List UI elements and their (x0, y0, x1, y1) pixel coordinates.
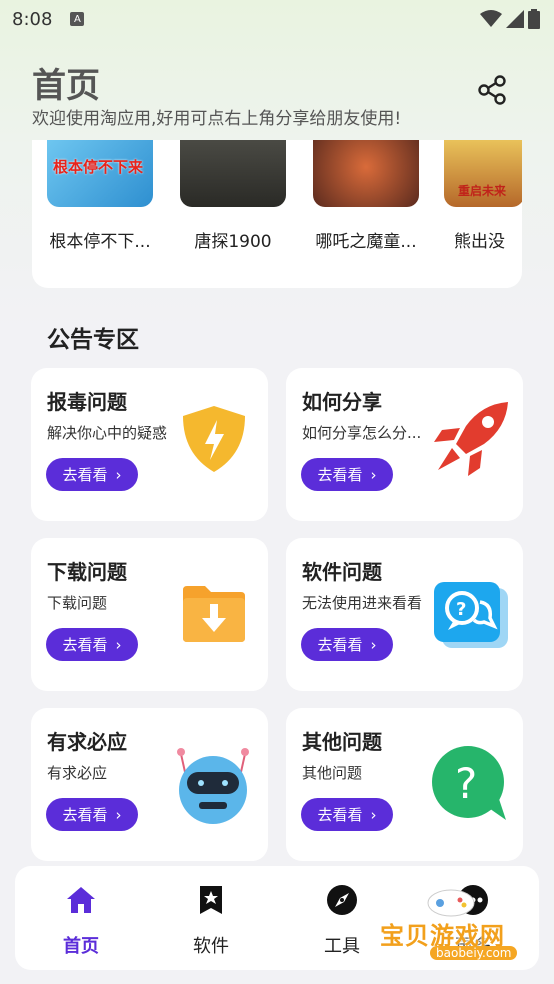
nav-label: 工具 (324, 936, 360, 957)
compass-icon (327, 885, 357, 915)
notice-title: 其他问题 (302, 730, 382, 754)
movie-title: 根本停不下... (49, 232, 151, 252)
wifi-icon (480, 10, 502, 27)
notice-card-software[interactable]: 软件问题 无法使用进来看看 去看看 › ? (286, 538, 523, 691)
chevron-right-icon: › (115, 805, 122, 824)
question-bubble-icon: ? (432, 746, 506, 820)
notice-card-other[interactable]: 其他问题 其他问题 去看看 › ? (286, 708, 523, 861)
view-button[interactable]: 去看看 › (46, 458, 138, 491)
svg-text:?: ? (456, 599, 466, 620)
featured-item[interactable]: 根本停不下来 根本停不下... (45, 140, 155, 252)
chevron-right-icon: › (115, 465, 122, 484)
view-button-label: 去看看 (62, 466, 108, 484)
chevron-right-icon: › (370, 465, 377, 484)
view-button-label: 去看看 (62, 806, 108, 824)
featured-card: 根本停不下来 根本停不下... 唐探1900 哪吒之魔童... 重启未来 熊出没 (32, 140, 522, 288)
notice-desc: 有求必应 (47, 764, 108, 782)
question-chat-icon: ? (434, 582, 508, 648)
download-folder-icon (183, 586, 245, 642)
view-button-label: 去看看 (317, 806, 363, 824)
notice-title: 软件问题 (302, 560, 382, 584)
battery-icon (528, 9, 540, 29)
share-button[interactable] (476, 74, 508, 106)
notice-title: 下载问题 (47, 560, 127, 584)
view-button[interactable]: 去看看 › (46, 798, 138, 831)
notice-card-download[interactable]: 下载问题 下载问题 去看看 › (31, 538, 268, 691)
movie-poster (180, 140, 286, 207)
section-title: 公告专区 (47, 327, 139, 353)
view-button-label: 去看看 (317, 636, 363, 654)
chevron-right-icon: › (115, 635, 122, 654)
movie-poster (313, 140, 419, 207)
view-button[interactable]: 去看看 › (301, 798, 393, 831)
nav-label: 首页 (63, 936, 99, 957)
featured-item[interactable]: 唐探1900 (178, 140, 288, 252)
poster-title: 根本停不下来 (53, 158, 144, 176)
notice-desc: 无法使用进来看看 (302, 594, 423, 612)
nav-item-home[interactable]: 首页 (41, 884, 121, 958)
rocket-icon (434, 402, 508, 476)
movie-poster: 重启未来 (444, 140, 522, 207)
svg-text:?: ? (455, 759, 477, 808)
status-bar: 8:08 A (0, 0, 554, 38)
view-button[interactable]: 去看看 › (46, 628, 138, 661)
view-button[interactable]: 去看看 › (301, 628, 393, 661)
notice-desc: 下载问题 (47, 594, 108, 612)
featured-item[interactable]: 哪吒之魔童... (311, 140, 421, 252)
nav-label: 软件 (193, 936, 229, 957)
poster-title: 重启未来 (458, 184, 507, 198)
notice-title: 有求必应 (47, 730, 127, 754)
gamepad-icon (427, 889, 475, 917)
notice-desc: 其他问题 (302, 764, 363, 782)
page-title: 首页 (32, 66, 100, 106)
watermark-url: baobeiy.com (430, 946, 518, 960)
home-icon (67, 887, 95, 913)
status-icons (480, 9, 540, 29)
robot-icon (177, 748, 249, 824)
notice-card-virus[interactable]: 报毒问题 解决你心中的疑惑 去看看 › (31, 368, 268, 521)
page-subtitle: 欢迎使用淘应用,好用可点右上角分享给朋友使用! (32, 109, 402, 129)
watermark: 宝贝游戏网 baobeiy.com (380, 886, 540, 974)
chevron-right-icon: › (370, 805, 377, 824)
movie-title: 唐探1900 (194, 232, 272, 252)
movie-poster: 根本停不下来 (47, 140, 153, 207)
notice-card-share[interactable]: 如何分享 如何分享怎么分... 去看看 › (286, 368, 523, 521)
notice-card-request[interactable]: 有求必应 有求必应 去看看 › (31, 708, 268, 861)
featured-item[interactable]: 重启未来 熊出没 (444, 140, 522, 252)
notice-desc: 解决你心中的疑惑 (47, 424, 168, 442)
status-time: 8:08 (12, 8, 53, 30)
nav-item-tools[interactable]: 工具 (302, 884, 382, 958)
notice-desc: 如何分享怎么分... (302, 424, 422, 442)
movie-title: 熊出没 (454, 232, 505, 252)
notification-icon: A (70, 12, 85, 26)
chevron-right-icon: › (370, 635, 377, 654)
shield-bolt-icon (183, 406, 245, 472)
view-button-label: 去看看 (317, 466, 363, 484)
notice-title: 报毒问题 (47, 390, 127, 414)
view-button-label: 去看看 (62, 636, 108, 654)
nav-item-software[interactable]: 软件 (171, 884, 251, 958)
view-button[interactable]: 去看看 › (301, 458, 393, 491)
notice-title: 如何分享 (302, 390, 382, 414)
share-icon (478, 75, 506, 105)
bookmark-star-icon (200, 886, 222, 914)
signal-icon (506, 10, 524, 28)
movie-title: 哪吒之魔童... (315, 232, 417, 252)
